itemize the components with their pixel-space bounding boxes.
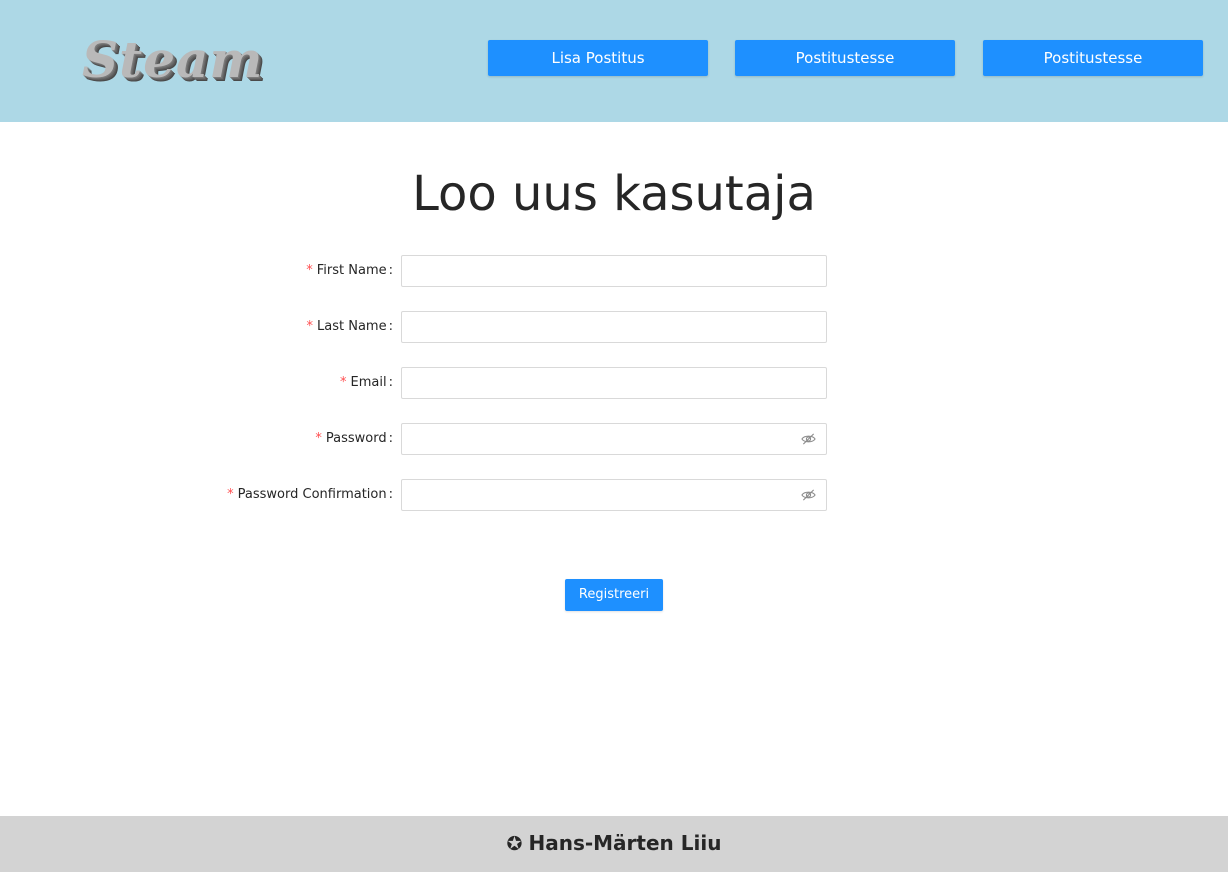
first-name-field [401,255,827,287]
required-mark: * [340,375,347,390]
nav-button-lisa-postitus[interactable]: Lisa Postitus [488,40,708,76]
form-item-password-confirmation: * Password Confirmation: [0,479,1228,511]
form-item-password: * Password: [0,423,1228,455]
header: Steam Lisa Postitus Postitustesse Postit… [0,0,1228,122]
logo[interactable]: Steam [82,30,263,90]
first-name-label-text: First Name [316,263,387,278]
email-label-text: Email [350,375,387,390]
eye-invisible-icon[interactable] [801,488,816,502]
last-name-label-text: Last Name [317,319,387,334]
password-confirmation-field [401,479,827,511]
password-confirmation-input[interactable] [412,481,796,511]
password-label-text: Password [325,431,387,446]
star-icon: ✪ [506,833,523,855]
label-colon: : [388,431,393,446]
page-title: Loo uus kasutaja [412,166,816,222]
page: Steam Lisa Postitus Postitustesse Postit… [0,0,1228,872]
password-label: * Password: [315,423,393,455]
form-item-email: * Email: [0,367,1228,399]
footer-author: Hans-Märten Liiu [528,831,722,855]
footer: ✪ Hans-Märten Liiu [0,816,1228,872]
register-button[interactable]: Registreeri [565,579,663,611]
eye-invisible-icon[interactable] [801,432,816,446]
password-confirmation-label-text: Password Confirmation [237,487,387,502]
last-name-field [401,311,827,343]
label-colon: : [388,263,393,278]
password-confirmation-label: * Password Confirmation: [227,479,393,511]
nav-button-postitustesse[interactable]: Postitustesse [735,40,955,76]
form-item-first-name: * First Name: [0,255,1228,287]
email-label: * Email: [340,367,393,399]
last-name-label: * Last Name: [307,311,393,343]
required-mark: * [315,431,322,446]
label-colon: : [388,319,393,334]
first-name-input[interactable] [412,257,796,287]
last-name-input[interactable] [412,313,796,343]
form-item-last-name: * Last Name: [0,311,1228,343]
required-mark: * [306,263,313,278]
password-field [401,423,827,455]
label-colon: : [388,375,393,390]
email-field [401,367,827,399]
required-mark: * [227,487,234,502]
required-mark: * [306,319,314,334]
nav-button-postitustesse-2[interactable]: Postitustesse [983,40,1203,76]
password-input[interactable] [412,425,796,455]
email-input[interactable] [412,369,796,399]
label-colon: : [388,487,393,502]
first-name-label: * First Name: [306,255,393,287]
